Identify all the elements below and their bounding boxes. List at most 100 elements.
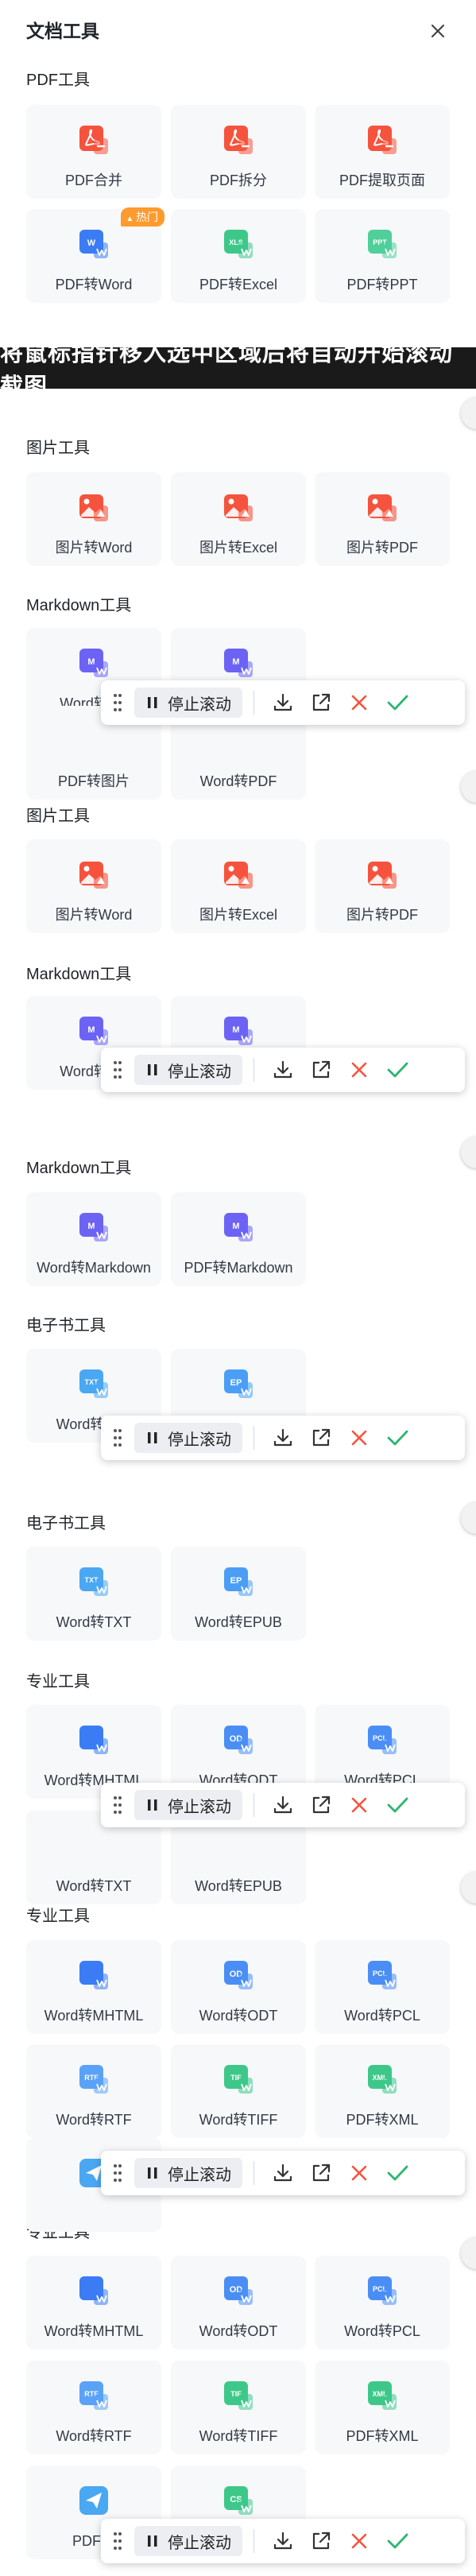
tool-card[interactable]: Word转MHTML xyxy=(26,1940,161,2034)
tool-card-label: Word转EPUB xyxy=(195,1878,282,1894)
stop-scroll-button[interactable]: 停止滚动 xyxy=(134,2158,242,2188)
pdf-extract-icon xyxy=(365,122,400,157)
download-icon[interactable] xyxy=(264,2154,302,2192)
confirm-check-icon[interactable] xyxy=(378,2522,416,2560)
tool-card-label: PDF转XML xyxy=(346,2112,419,2128)
download-icon[interactable] xyxy=(264,2522,302,2560)
open-external-icon[interactable] xyxy=(302,2154,340,2192)
download-icon[interactable] xyxy=(264,684,302,722)
confirm-check-icon[interactable] xyxy=(378,1051,416,1089)
tool-card[interactable]: PPT PDF转PPT xyxy=(315,209,450,303)
tool-card[interactable]: OD Word转ODT xyxy=(171,1940,306,2034)
drag-handle-icon[interactable] xyxy=(109,1792,126,1818)
floating-assistant-icon[interactable] xyxy=(461,1872,476,1904)
tool-card-label: Word转ODT xyxy=(199,2008,278,2024)
tool-card[interactable]: 图片转Excel xyxy=(171,472,306,566)
cancel-icon[interactable] xyxy=(340,684,378,722)
tool-card[interactable]: PDF拆分 xyxy=(171,105,306,199)
close-icon[interactable] xyxy=(426,19,450,43)
mhtml-icon xyxy=(76,1958,111,1993)
tool-card[interactable]: W PDF转Word ▲ 热门 xyxy=(26,207,164,303)
mhtml-icon xyxy=(76,1722,111,1757)
cancel-icon[interactable] xyxy=(340,1786,378,1824)
drag-handle-icon[interactable] xyxy=(109,690,126,715)
tool-card[interactable]: M Word转Markdown xyxy=(26,1192,161,1286)
tool-card[interactable]: XLS PDF转Excel xyxy=(171,209,306,303)
image-icon xyxy=(365,490,400,525)
tool-card[interactable]: TXT Word转TXT xyxy=(26,1547,161,1641)
open-external-icon[interactable] xyxy=(302,1419,340,1457)
csv-icon: CS xyxy=(221,2483,256,2518)
cancel-icon[interactable] xyxy=(340,2522,378,2560)
tool-card[interactable]: 图片转PDF xyxy=(315,839,450,933)
section-title: 图片工具 xyxy=(26,440,90,457)
tool-card-label: 图片转Excel xyxy=(199,540,277,556)
tool-card[interactable]: M PDF转Markdown xyxy=(171,1192,306,1286)
cancel-icon[interactable] xyxy=(340,1051,378,1089)
floating-assistant-icon[interactable] xyxy=(461,1137,476,1168)
tool-card-label: Word转PCL xyxy=(344,2008,420,2024)
panel-header: 文档工具 xyxy=(0,0,476,60)
drag-handle-icon[interactable] xyxy=(109,2160,126,2186)
tool-card[interactable]: OD Word转ODT xyxy=(171,2256,306,2349)
stop-scroll-button[interactable]: 停止滚动 xyxy=(134,688,242,718)
open-external-icon[interactable] xyxy=(302,1786,340,1824)
open-external-icon[interactable] xyxy=(302,2522,340,2560)
section-title: Markdown工具 xyxy=(26,597,132,614)
confirm-check-icon[interactable] xyxy=(378,684,416,722)
tool-card-label: PDF拆分 xyxy=(210,172,267,188)
tool-card-label: 图片转PDF xyxy=(346,907,418,923)
tool-card-label: Word转MHTML xyxy=(44,2323,144,2339)
txt-icon: TXT xyxy=(76,1564,111,1599)
scroll-capture-toolbar: 停止滚动 xyxy=(101,2519,465,2563)
tool-card[interactable]: PCL Word转PCL xyxy=(315,2256,450,2349)
drag-handle-icon[interactable] xyxy=(109,2528,126,2554)
tool-card[interactable]: 图片转PDF xyxy=(315,472,450,566)
stop-scroll-button[interactable]: 停止滚动 xyxy=(134,2526,242,2556)
tool-card[interactable]: RTF Word转RTF xyxy=(26,2044,161,2138)
download-icon[interactable] xyxy=(264,1786,302,1824)
image-icon xyxy=(76,490,111,525)
open-external-icon[interactable] xyxy=(302,1051,340,1089)
odt-icon: OD xyxy=(221,2273,256,2308)
stop-scroll-button[interactable]: 停止滚动 xyxy=(134,1055,242,1085)
tool-card[interactable]: XML PDF转XML xyxy=(315,2044,450,2138)
drag-handle-icon[interactable] xyxy=(109,1057,126,1083)
tool-card-label: PDF转Word xyxy=(55,277,133,292)
floating-assistant-icon[interactable] xyxy=(461,2237,476,2269)
tool-card[interactable]: 图片转Word xyxy=(26,839,161,933)
mhtml-icon xyxy=(76,2273,111,2308)
tool-card[interactable]: PDF合并 xyxy=(26,105,161,199)
confirm-check-icon[interactable] xyxy=(378,2154,416,2192)
tool-card-label: PDF提取页面 xyxy=(339,172,425,188)
cancel-icon[interactable] xyxy=(340,1419,378,1457)
tool-card[interactable]: 图片转Word xyxy=(26,472,161,566)
tool-card[interactable]: 图片转Excel xyxy=(171,839,306,933)
odt-icon: OD xyxy=(221,1722,256,1757)
floating-assistant-icon[interactable] xyxy=(461,771,476,803)
pcl-icon: PCL xyxy=(365,1958,400,1993)
cancel-icon[interactable] xyxy=(340,2154,378,2192)
tool-card[interactable]: Word转MHTML xyxy=(26,2256,161,2349)
floating-assistant-icon[interactable] xyxy=(461,1502,476,1534)
confirm-check-icon[interactable] xyxy=(378,1786,416,1824)
tool-card[interactable]: EP Word转EPUB xyxy=(171,1547,306,1641)
tool-card[interactable]: TIF Word转TIFF xyxy=(171,2044,306,2138)
confirm-check-icon[interactable] xyxy=(378,1419,416,1457)
pause-icon xyxy=(148,1799,157,1811)
tool-card[interactable]: PCL Word转PCL xyxy=(315,1940,450,2034)
pause-icon xyxy=(148,697,157,708)
floating-assistant-icon[interactable] xyxy=(461,397,476,429)
tool-card[interactable]: TIF Word转TIFF xyxy=(171,2361,306,2454)
tool-card[interactable]: RTF Word转RTF xyxy=(26,2361,161,2454)
download-icon[interactable] xyxy=(264,1419,302,1457)
scroll-capture-toolbar: 停止滚动 xyxy=(101,680,465,725)
download-icon[interactable] xyxy=(264,1051,302,1089)
tool-card[interactable]: XML PDF转XML xyxy=(315,2361,450,2454)
stop-scroll-button[interactable]: 停止滚动 xyxy=(134,1423,242,1453)
stop-scroll-label: 停止滚动 xyxy=(168,2166,231,2184)
stop-scroll-button[interactable]: 停止滚动 xyxy=(134,1790,242,1820)
drag-handle-icon[interactable] xyxy=(109,1425,126,1451)
tool-card[interactable]: PDF提取页面 xyxy=(315,105,450,199)
open-external-icon[interactable] xyxy=(302,684,340,722)
